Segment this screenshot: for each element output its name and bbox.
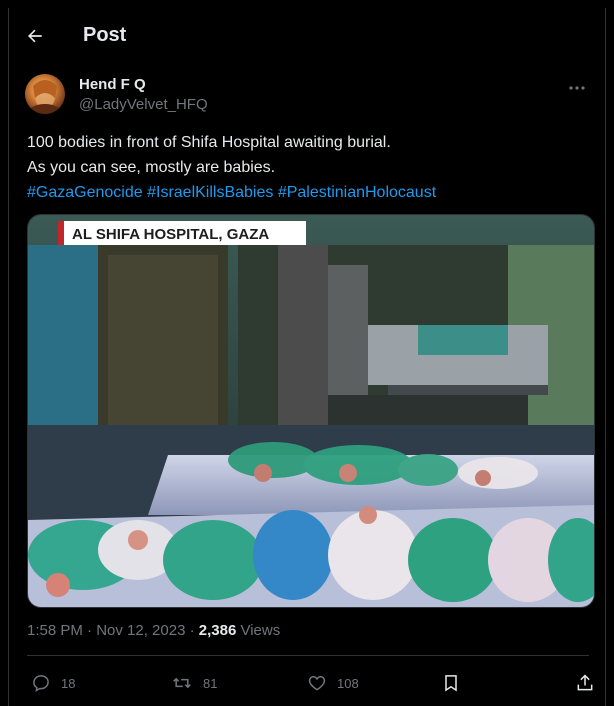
views-label: Views: [236, 622, 281, 639]
repost-icon: [173, 677, 191, 689]
reply-button[interactable]: 18: [31, 668, 75, 698]
views-count: 2,386: [198, 622, 237, 639]
post-media-image[interactable]: AL SHIFA HOSPITAL, GAZA: [27, 214, 595, 608]
hashtag-link[interactable]: #IsraelKillsBabies: [147, 184, 273, 201]
repost-count: 81: [203, 675, 218, 691]
divider: [27, 655, 589, 656]
post-column: Post Hend F Q @LadyVelvet_HFQ 100 bodies…: [8, 8, 606, 706]
hashtag-line: #GazaGenocide #IsraelKillsBabies #Palest…: [27, 180, 589, 205]
post-text-line: 100 bodies in front of Shifa Hospital aw…: [27, 134, 391, 151]
bookmark-button[interactable]: [441, 668, 471, 698]
back-arrow-icon: [28, 29, 42, 43]
time-date[interactable]: 1:58 PM · Nov 12, 2023 ·: [27, 622, 199, 639]
reply-icon: [33, 675, 49, 692]
hashtag-link[interactable]: #GazaGenocide: [27, 184, 143, 201]
author-display-name[interactable]: Hend F Q: [79, 76, 146, 93]
back-button[interactable]: [21, 22, 49, 50]
repost-button[interactable]: 81: [171, 668, 217, 698]
share-icon: [577, 674, 593, 691]
like-count: 108: [337, 675, 359, 691]
action-bar: 18 81 108: [27, 668, 593, 698]
reply-count: 18: [61, 675, 76, 691]
like-button[interactable]: 108: [307, 668, 359, 698]
post-text-line: As you can see, mostly are babies.: [27, 159, 276, 176]
post-author: Hend F Q @LadyVelvet_HFQ: [25, 74, 589, 118]
author-handle[interactable]: @LadyVelvet_HFQ: [79, 96, 208, 113]
hospital-photo: AL SHIFA HOSPITAL, GAZA: [28, 215, 594, 607]
like-icon: [308, 675, 326, 691]
page-title: Post: [83, 24, 127, 46]
hashtag-link[interactable]: #PalestinianHolocaust: [278, 184, 436, 201]
post-text: 100 bodies in front of Shifa Hospital aw…: [27, 130, 589, 205]
post-header: Post: [9, 8, 605, 64]
more-options-button[interactable]: [565, 78, 589, 98]
avatar[interactable]: [25, 74, 65, 114]
media-caption: AL SHIFA HOSPITAL, GAZA: [72, 226, 269, 243]
avatar-image: [29, 80, 61, 114]
more-dots-icon: [569, 86, 585, 90]
share-button[interactable]: [575, 668, 605, 698]
post-timestamp: 1:58 PM · Nov 12, 2023 · 2,386 Views: [27, 622, 280, 639]
bookmark-icon: [445, 675, 457, 692]
